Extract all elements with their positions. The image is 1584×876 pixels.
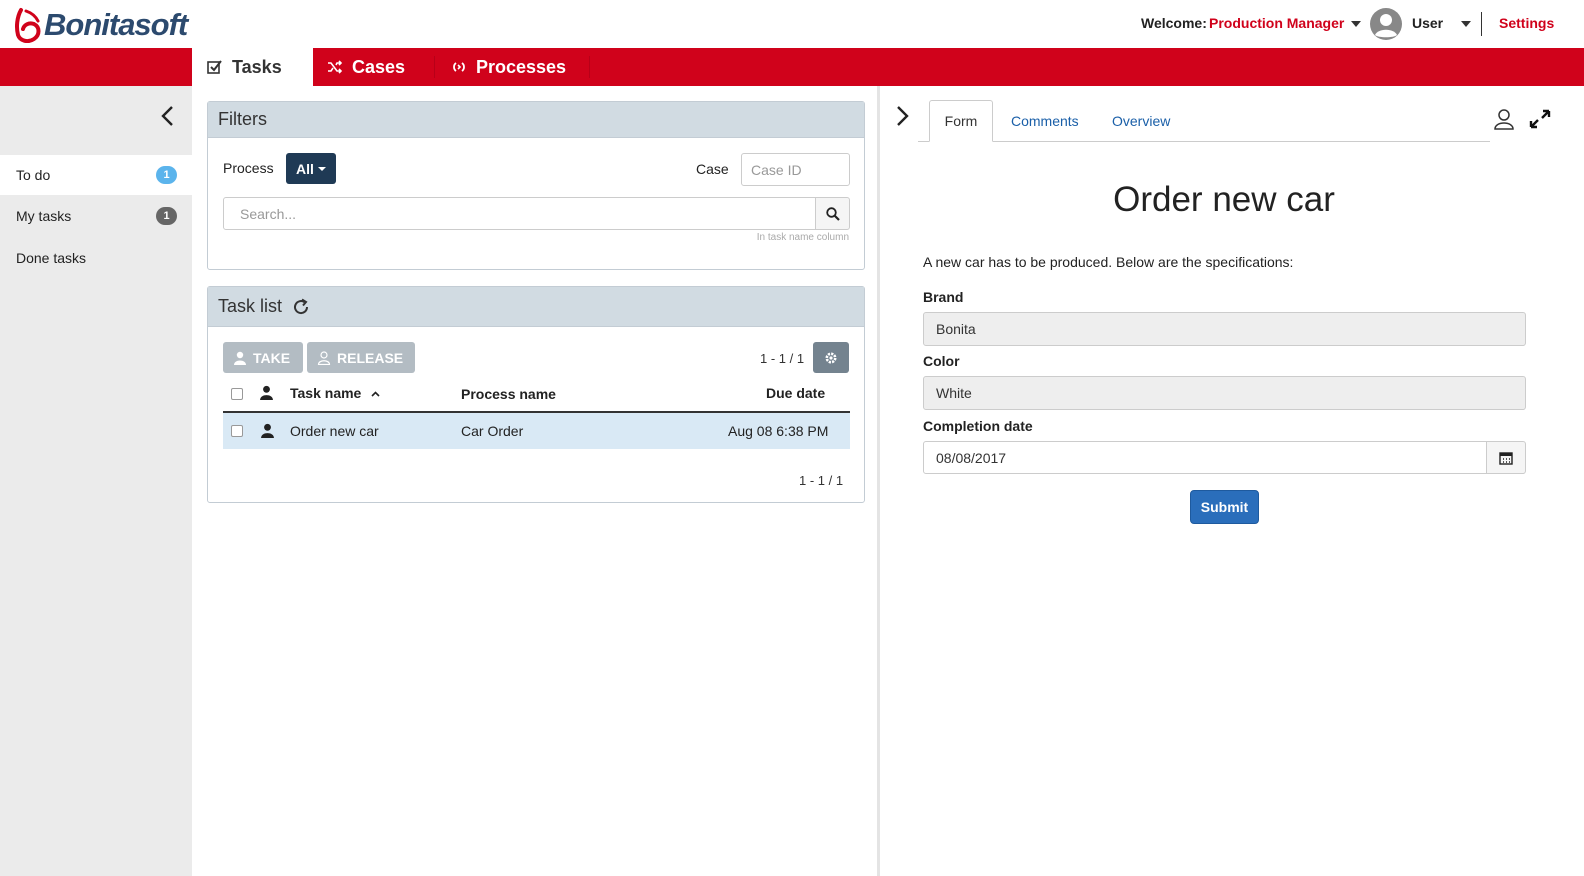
- filters-title: Filters: [218, 109, 267, 129]
- pagination-info-bottom: 1 - 1 / 1: [799, 473, 844, 488]
- panel-divider[interactable]: [877, 86, 880, 876]
- shuffle-icon: [328, 60, 343, 74]
- completion-date-label: Completion date: [923, 418, 1033, 434]
- task-list-header: Task list: [208, 287, 864, 327]
- row-checkbox[interactable]: [231, 425, 243, 437]
- cycle-icon: [453, 62, 465, 72]
- tab-processes-label: Processes: [476, 56, 567, 77]
- task-list-title: Task list: [218, 296, 283, 316]
- tab-cases[interactable]: Cases: [327, 48, 405, 86]
- release-label: RELEASE: [337, 349, 404, 366]
- tab-processes[interactable]: Processes: [451, 48, 566, 86]
- release-button[interactable]: RELEASE: [307, 342, 415, 373]
- user-dropdown-caret-icon[interactable]: [1461, 21, 1471, 27]
- tab-overview[interactable]: Overview: [1112, 100, 1170, 142]
- tab-tasks[interactable]: Tasks: [192, 48, 313, 86]
- nav-separator: [589, 56, 590, 78]
- sidebar-item-to-do[interactable]: To do 1: [0, 155, 192, 195]
- color-field[interactable]: [923, 376, 1526, 410]
- sort-ascending-icon: [371, 391, 380, 397]
- process-name-column-header[interactable]: Process name: [461, 386, 556, 402]
- tab-tasks-label: Tasks: [232, 56, 282, 77]
- sidebar-item-label: My tasks: [16, 208, 72, 224]
- due-date-column-header[interactable]: Due date: [766, 385, 825, 401]
- process-name-cell: Car Order: [461, 423, 524, 439]
- take-label: TAKE: [253, 349, 291, 366]
- user-icon: [261, 423, 274, 438]
- check-square-icon: [207, 60, 222, 74]
- column-settings-button[interactable]: [813, 342, 849, 373]
- process-label: Process: [223, 160, 274, 176]
- case-id-input[interactable]: [741, 153, 850, 186]
- due-date-cell: Aug 08 6:38 PM: [728, 423, 829, 439]
- brand-label: Brand: [923, 289, 964, 305]
- top-bar: Bonitasoft Welcome: Production Manager U…: [0, 0, 1584, 48]
- take-button[interactable]: TAKE: [223, 342, 303, 373]
- form-description: A new car has to be produced. Below are …: [923, 254, 1294, 270]
- brand-name: Bonitasoft: [44, 7, 188, 42]
- tab-comments-label: Comments: [1011, 113, 1079, 129]
- welcome-label: Welcome:: [1141, 15, 1207, 31]
- completion-date-field[interactable]: [923, 441, 1487, 474]
- count-badge: 1: [156, 166, 177, 184]
- main-nav: Tasks Cases Processes: [0, 48, 1584, 86]
- select-all-checkbox[interactable]: [231, 388, 243, 400]
- calendar-button[interactable]: [1486, 441, 1526, 474]
- search-hint: In task name column: [756, 232, 849, 243]
- submit-button[interactable]: Submit: [1190, 490, 1259, 524]
- process-filter-dropdown[interactable]: All: [286, 153, 336, 184]
- search-input[interactable]: [223, 197, 816, 230]
- sidebar-item-my-tasks[interactable]: My tasks 1: [0, 196, 192, 236]
- table-row[interactable]: Order new car Car Order Aug 08 6:38 PM: [223, 413, 850, 449]
- case-label: Case: [696, 161, 729, 177]
- nav-separator: [434, 56, 435, 78]
- tab-cases-label: Cases: [352, 56, 406, 77]
- refresh-icon[interactable]: [292, 298, 310, 316]
- brand-field[interactable]: [923, 312, 1526, 346]
- tab-comments[interactable]: Comments: [1011, 100, 1079, 142]
- task-name-cell: Order new car: [290, 423, 379, 439]
- assign-user-icon[interactable]: [1493, 108, 1515, 130]
- process-filter-value: All: [296, 160, 314, 177]
- form-title: Order new car: [1113, 180, 1335, 219]
- profile-dropdown-caret-icon[interactable]: [1351, 21, 1361, 27]
- gear-icon: [825, 352, 837, 363]
- bonitasoft-logo-mark-icon: [15, 8, 41, 43]
- profile-selector[interactable]: Production Manager: [1209, 15, 1344, 31]
- user-outline-icon: [317, 350, 331, 365]
- user-menu[interactable]: User: [1412, 15, 1443, 31]
- tab-overview-label: Overview: [1112, 113, 1171, 129]
- user-icon: [234, 351, 246, 365]
- filters-header: Filters: [208, 102, 864, 138]
- bonitasoft-logo[interactable]: Bonitasoft: [12, 6, 188, 44]
- chevron-right-icon[interactable]: [895, 104, 911, 128]
- tab-form-label: Form: [944, 113, 978, 129]
- sidebar-item-label: Done tasks: [16, 250, 87, 266]
- settings-link[interactable]: Settings: [1499, 15, 1554, 31]
- user-avatar-icon[interactable]: [1370, 8, 1402, 40]
- task-list-panel: Task list TAKE RELEASE 1 - 1 / 1 Task na…: [207, 286, 865, 503]
- caret-down-icon: [317, 166, 326, 171]
- count-badge: 1: [156, 207, 177, 225]
- filters-panel: Filters Process All Case In task name co…: [207, 101, 865, 270]
- chevron-left-icon[interactable]: [158, 104, 178, 128]
- task-name-column-header[interactable]: Task name: [290, 385, 380, 401]
- header-divider: [1481, 12, 1482, 36]
- detail-tabs-border: [918, 141, 1490, 142]
- fullscreen-icon[interactable]: [1528, 108, 1552, 130]
- search-icon: [825, 206, 840, 221]
- assignee-column-icon: [260, 385, 273, 400]
- color-label: Color: [923, 353, 960, 369]
- search-button[interactable]: [815, 197, 850, 230]
- tab-form[interactable]: Form: [929, 100, 993, 142]
- task-name-header-label: Task name: [290, 385, 362, 401]
- sidebar-item-done-tasks[interactable]: Done tasks: [0, 238, 192, 278]
- sidebar-item-label: To do: [16, 167, 51, 183]
- pagination-info: 1 - 1 / 1: [760, 351, 805, 366]
- sidebar: To do 1 My tasks 1 Done tasks: [0, 86, 192, 876]
- calendar-icon: [1499, 451, 1513, 465]
